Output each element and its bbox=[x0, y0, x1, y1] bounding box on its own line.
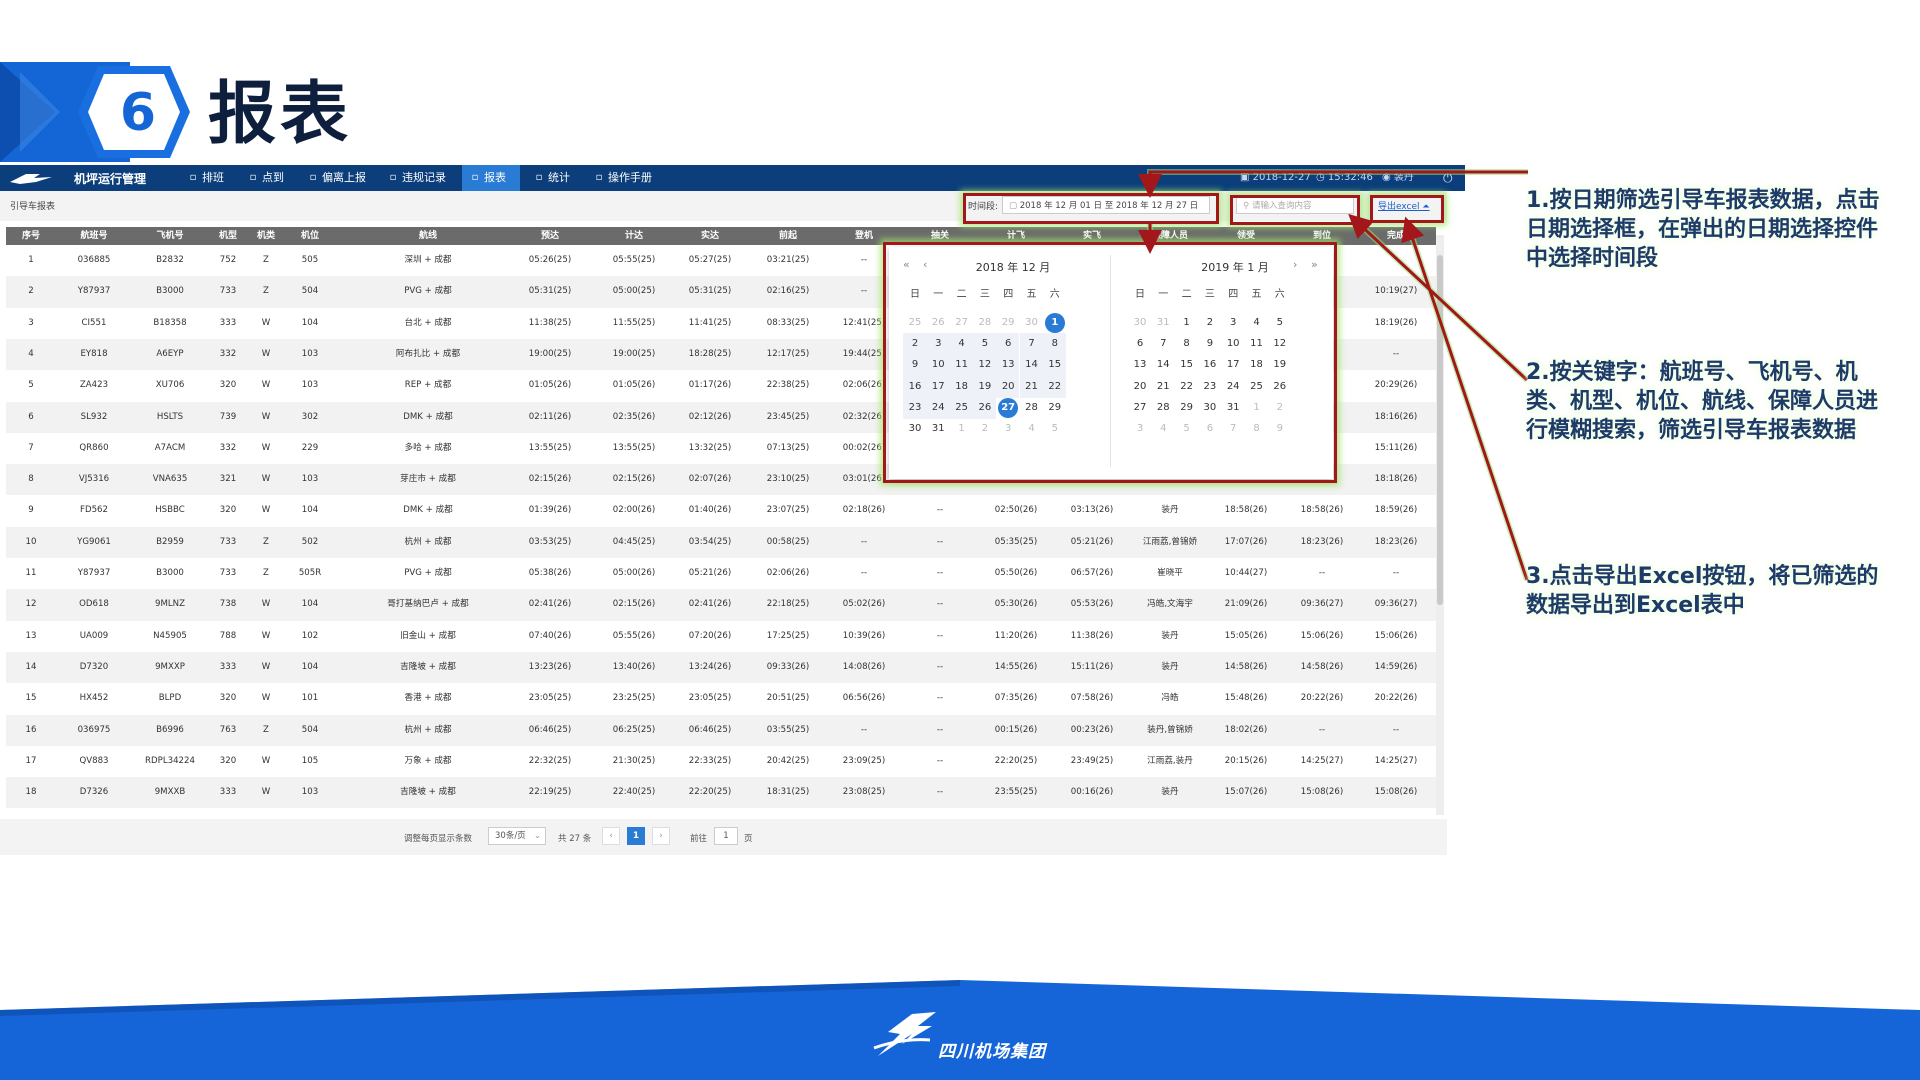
annotation-keyword-search: 2.按关键字：航班号、飞机号、机类、机型、机位、航线、保障人员进行模糊搜索，筛选… bbox=[1526, 360, 1879, 443]
annotation-arrows bbox=[1138, 169, 1530, 581]
company-logo-icon bbox=[873, 1012, 936, 1056]
annotation-date-filter: 1.按日期筛选引导车报表数据，点击日期选择框，在弹出的日期选择控件中选择时间段 bbox=[1526, 188, 1880, 271]
annotation-export: 3.点击导出Excel按钮，将已筛选的数据导出到Excel表中 bbox=[1526, 564, 1879, 618]
company-name: 四川机场集团 bbox=[938, 1042, 1046, 1062]
footer-banner bbox=[0, 980, 1920, 1080]
